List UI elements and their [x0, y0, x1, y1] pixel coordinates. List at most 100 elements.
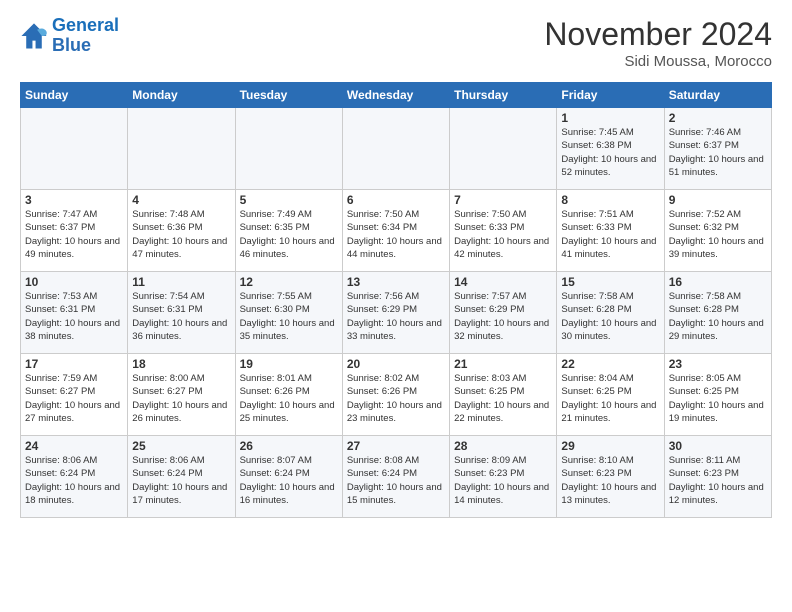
day-number: 23 — [669, 357, 767, 371]
calendar-cell: 3Sunrise: 7:47 AM Sunset: 6:37 PM Daylig… — [21, 190, 128, 272]
day-number: 24 — [25, 439, 123, 453]
day-info: Sunrise: 8:07 AM Sunset: 6:24 PM Dayligh… — [240, 454, 338, 507]
day-info: Sunrise: 8:08 AM Sunset: 6:24 PM Dayligh… — [347, 454, 445, 507]
day-info: Sunrise: 7:47 AM Sunset: 6:37 PM Dayligh… — [25, 208, 123, 261]
calendar-cell: 25Sunrise: 8:06 AM Sunset: 6:24 PM Dayli… — [128, 436, 235, 518]
logo-line2: Blue — [52, 36, 119, 56]
calendar-cell: 2Sunrise: 7:46 AM Sunset: 6:37 PM Daylig… — [664, 108, 771, 190]
day-number: 13 — [347, 275, 445, 289]
day-number: 1 — [561, 111, 659, 125]
day-info: Sunrise: 7:58 AM Sunset: 6:28 PM Dayligh… — [669, 290, 767, 343]
calendar-cell: 8Sunrise: 7:51 AM Sunset: 6:33 PM Daylig… — [557, 190, 664, 272]
logo-icon — [20, 22, 48, 50]
calendar-cell: 16Sunrise: 7:58 AM Sunset: 6:28 PM Dayli… — [664, 272, 771, 354]
day-number: 9 — [669, 193, 767, 207]
day-info: Sunrise: 7:54 AM Sunset: 6:31 PM Dayligh… — [132, 290, 230, 343]
calendar-cell: 23Sunrise: 8:05 AM Sunset: 6:25 PM Dayli… — [664, 354, 771, 436]
day-number: 29 — [561, 439, 659, 453]
day-number: 3 — [25, 193, 123, 207]
header-thursday: Thursday — [450, 83, 557, 108]
day-number: 22 — [561, 357, 659, 371]
calendar-cell: 21Sunrise: 8:03 AM Sunset: 6:25 PM Dayli… — [450, 354, 557, 436]
location-subtitle: Sidi Moussa, Morocco — [544, 53, 772, 70]
day-info: Sunrise: 7:45 AM Sunset: 6:38 PM Dayligh… — [561, 126, 659, 179]
day-number: 17 — [25, 357, 123, 371]
calendar-cell — [450, 108, 557, 190]
day-info: Sunrise: 7:53 AM Sunset: 6:31 PM Dayligh… — [25, 290, 123, 343]
day-info: Sunrise: 7:56 AM Sunset: 6:29 PM Dayligh… — [347, 290, 445, 343]
calendar-week-2: 10Sunrise: 7:53 AM Sunset: 6:31 PM Dayli… — [21, 272, 772, 354]
month-title: November 2024 — [544, 16, 772, 53]
calendar-cell — [21, 108, 128, 190]
day-number: 4 — [132, 193, 230, 207]
logo: General Blue — [20, 16, 119, 56]
day-info: Sunrise: 8:01 AM Sunset: 6:26 PM Dayligh… — [240, 372, 338, 425]
day-number: 21 — [454, 357, 552, 371]
day-number: 15 — [561, 275, 659, 289]
day-info: Sunrise: 8:00 AM Sunset: 6:27 PM Dayligh… — [132, 372, 230, 425]
header-sunday: Sunday — [21, 83, 128, 108]
calendar-cell: 27Sunrise: 8:08 AM Sunset: 6:24 PM Dayli… — [342, 436, 449, 518]
day-number: 26 — [240, 439, 338, 453]
calendar-week-3: 17Sunrise: 7:59 AM Sunset: 6:27 PM Dayli… — [21, 354, 772, 436]
calendar-cell: 11Sunrise: 7:54 AM Sunset: 6:31 PM Dayli… — [128, 272, 235, 354]
day-number: 7 — [454, 193, 552, 207]
calendar-week-4: 24Sunrise: 8:06 AM Sunset: 6:24 PM Dayli… — [21, 436, 772, 518]
day-number: 28 — [454, 439, 552, 453]
calendar-cell: 15Sunrise: 7:58 AM Sunset: 6:28 PM Dayli… — [557, 272, 664, 354]
page-container: General Blue November 2024 Sidi Moussa, … — [0, 0, 792, 528]
calendar-cell: 18Sunrise: 8:00 AM Sunset: 6:27 PM Dayli… — [128, 354, 235, 436]
day-number: 12 — [240, 275, 338, 289]
header-friday: Friday — [557, 83, 664, 108]
header-monday: Monday — [128, 83, 235, 108]
header: General Blue November 2024 Sidi Moussa, … — [20, 16, 772, 70]
day-info: Sunrise: 8:02 AM Sunset: 6:26 PM Dayligh… — [347, 372, 445, 425]
calendar-cell: 19Sunrise: 8:01 AM Sunset: 6:26 PM Dayli… — [235, 354, 342, 436]
calendar-cell — [235, 108, 342, 190]
calendar-week-0: 1Sunrise: 7:45 AM Sunset: 6:38 PM Daylig… — [21, 108, 772, 190]
day-number: 6 — [347, 193, 445, 207]
calendar-cell: 6Sunrise: 7:50 AM Sunset: 6:34 PM Daylig… — [342, 190, 449, 272]
calendar-cell: 1Sunrise: 7:45 AM Sunset: 6:38 PM Daylig… — [557, 108, 664, 190]
day-number: 20 — [347, 357, 445, 371]
logo-text: General Blue — [52, 16, 119, 56]
day-number: 30 — [669, 439, 767, 453]
day-number: 11 — [132, 275, 230, 289]
day-number: 8 — [561, 193, 659, 207]
calendar-cell: 17Sunrise: 7:59 AM Sunset: 6:27 PM Dayli… — [21, 354, 128, 436]
calendar-cell: 7Sunrise: 7:50 AM Sunset: 6:33 PM Daylig… — [450, 190, 557, 272]
day-number: 10 — [25, 275, 123, 289]
calendar-cell: 26Sunrise: 8:07 AM Sunset: 6:24 PM Dayli… — [235, 436, 342, 518]
day-info: Sunrise: 7:49 AM Sunset: 6:35 PM Dayligh… — [240, 208, 338, 261]
calendar-cell — [342, 108, 449, 190]
calendar-table: SundayMondayTuesdayWednesdayThursdayFrid… — [20, 82, 772, 518]
day-info: Sunrise: 8:06 AM Sunset: 6:24 PM Dayligh… — [132, 454, 230, 507]
header-saturday: Saturday — [664, 83, 771, 108]
header-wednesday: Wednesday — [342, 83, 449, 108]
day-number: 5 — [240, 193, 338, 207]
calendar-header-row: SundayMondayTuesdayWednesdayThursdayFrid… — [21, 83, 772, 108]
calendar-cell: 20Sunrise: 8:02 AM Sunset: 6:26 PM Dayli… — [342, 354, 449, 436]
calendar-cell: 29Sunrise: 8:10 AM Sunset: 6:23 PM Dayli… — [557, 436, 664, 518]
day-info: Sunrise: 8:06 AM Sunset: 6:24 PM Dayligh… — [25, 454, 123, 507]
calendar-cell: 5Sunrise: 7:49 AM Sunset: 6:35 PM Daylig… — [235, 190, 342, 272]
day-info: Sunrise: 8:10 AM Sunset: 6:23 PM Dayligh… — [561, 454, 659, 507]
header-tuesday: Tuesday — [235, 83, 342, 108]
calendar-cell: 9Sunrise: 7:52 AM Sunset: 6:32 PM Daylig… — [664, 190, 771, 272]
day-info: Sunrise: 8:09 AM Sunset: 6:23 PM Dayligh… — [454, 454, 552, 507]
day-info: Sunrise: 7:57 AM Sunset: 6:29 PM Dayligh… — [454, 290, 552, 343]
logo-line1: General — [52, 16, 119, 36]
day-number: 19 — [240, 357, 338, 371]
calendar-cell: 28Sunrise: 8:09 AM Sunset: 6:23 PM Dayli… — [450, 436, 557, 518]
day-info: Sunrise: 7:48 AM Sunset: 6:36 PM Dayligh… — [132, 208, 230, 261]
calendar-cell: 10Sunrise: 7:53 AM Sunset: 6:31 PM Dayli… — [21, 272, 128, 354]
calendar-cell — [128, 108, 235, 190]
day-info: Sunrise: 7:55 AM Sunset: 6:30 PM Dayligh… — [240, 290, 338, 343]
day-number: 16 — [669, 275, 767, 289]
day-number: 18 — [132, 357, 230, 371]
calendar-cell: 4Sunrise: 7:48 AM Sunset: 6:36 PM Daylig… — [128, 190, 235, 272]
day-number: 27 — [347, 439, 445, 453]
calendar-cell: 12Sunrise: 7:55 AM Sunset: 6:30 PM Dayli… — [235, 272, 342, 354]
day-info: Sunrise: 7:50 AM Sunset: 6:34 PM Dayligh… — [347, 208, 445, 261]
title-section: November 2024 Sidi Moussa, Morocco — [544, 16, 772, 70]
